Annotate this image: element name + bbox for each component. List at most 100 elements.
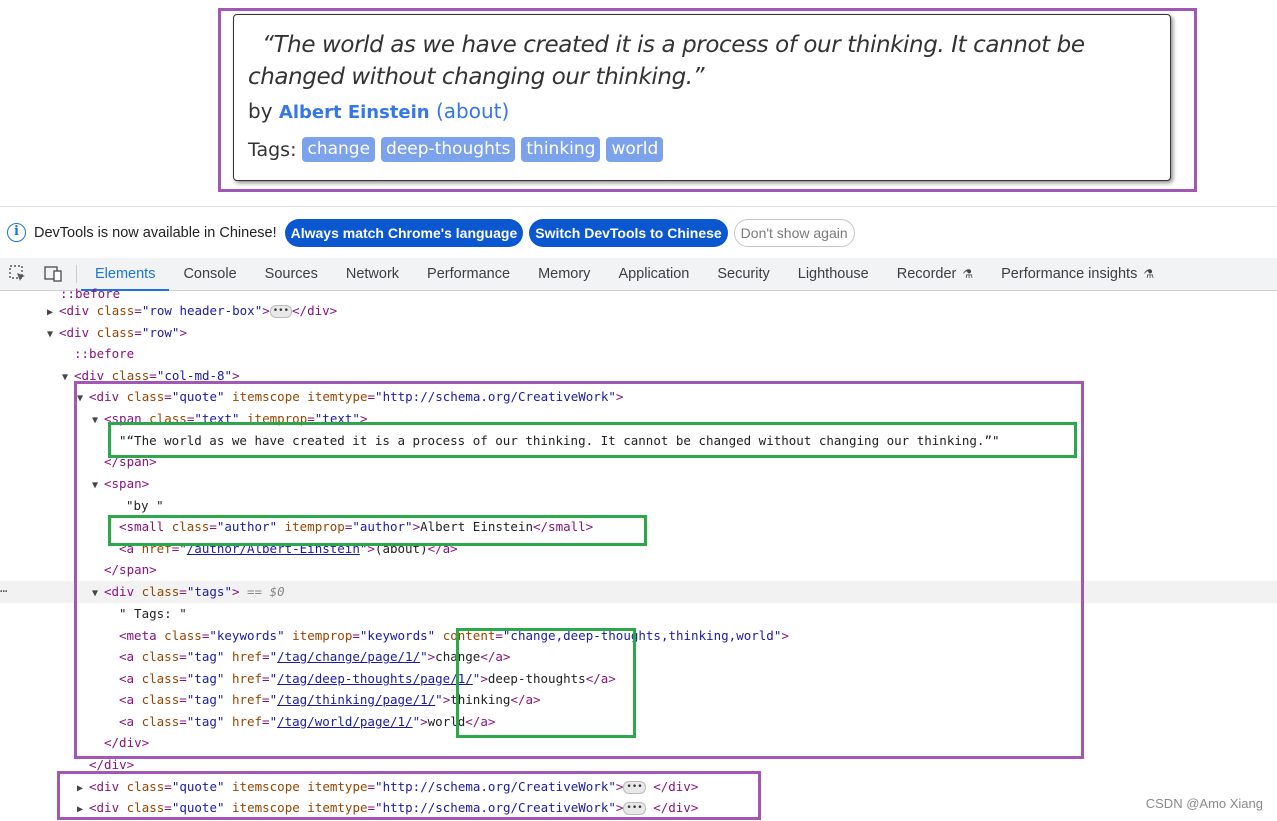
experimental-flask-icon: ⚗ bbox=[1143, 267, 1155, 281]
tab-console[interactable]: Console bbox=[169, 258, 250, 290]
tag-open: <span bbox=[104, 411, 142, 426]
tab-performance-insights-label: Performance insights bbox=[1001, 266, 1138, 282]
dom-close-div[interactable]: </div> bbox=[104, 732, 149, 754]
tag-close: </a> bbox=[427, 541, 458, 556]
attr-name: class bbox=[141, 649, 180, 664]
href-link[interactable]: /tag/deep-thoughts/page/1/ bbox=[277, 671, 473, 686]
tab-performance-insights[interactable]: Performance insights ⚗ bbox=[987, 258, 1168, 290]
dom-node-quote-collapsed[interactable]: ▶ <div class="quote" itemscope itemtype="… bbox=[77, 797, 698, 819]
tab-recorder[interactable]: Recorder ⚗ bbox=[883, 258, 987, 290]
dom-node-span-text[interactable]: ▼ <span class="text" itemprop="text"> bbox=[92, 408, 367, 430]
dom-node-a-about[interactable]: <a href="/author/Albert-Einstein">(about… bbox=[119, 538, 458, 560]
attr-name: href bbox=[231, 692, 263, 707]
by-label: by bbox=[248, 99, 273, 123]
dom-node-a-tag[interactable]: <a class="tag" href="/tag/deep-thoughts/… bbox=[119, 668, 616, 690]
text-node: " Tags: " bbox=[119, 606, 187, 621]
dom-node-a-tag[interactable]: <a class="tag" href="/tag/change/page/1/… bbox=[119, 646, 510, 668]
ellipsis-icon[interactable]: ••• bbox=[623, 781, 646, 794]
attr-name: class bbox=[96, 325, 135, 340]
dom-node-row-before[interactable]: ::before bbox=[74, 343, 134, 365]
tab-lighthouse[interactable]: Lighthouse bbox=[784, 258, 883, 290]
dom-node-quote[interactable]: ▼ <div class="quote" itemscope itemtype="… bbox=[77, 386, 623, 408]
expand-arrow-icon[interactable]: ▶ bbox=[77, 799, 89, 821]
tag-thinking[interactable]: thinking bbox=[521, 137, 601, 162]
attr-name: href bbox=[231, 671, 263, 686]
toolbar-divider bbox=[76, 265, 77, 283]
attr-value: "tag" bbox=[186, 692, 225, 707]
attr-value: "tag" bbox=[186, 649, 225, 664]
href-link[interactable]: /tag/world/page/1/ bbox=[277, 714, 412, 729]
dom-node-small-author[interactable]: <small class="author" itemprop="author">… bbox=[119, 516, 593, 538]
devtools-tabbar: Elements Console Sources Network Perform… bbox=[0, 258, 1277, 291]
attr-name: href bbox=[231, 714, 263, 729]
dom-node-a-tag[interactable]: <a class="tag" href="/tag/thinking/page/… bbox=[119, 689, 541, 711]
dom-close-div[interactable]: </div> bbox=[89, 754, 134, 776]
attr-value: "quote" bbox=[171, 389, 225, 404]
href-link[interactable]: /author/Albert-Einstein bbox=[187, 541, 360, 556]
attr-name: class bbox=[149, 411, 187, 426]
dom-close-span[interactable]: </span> bbox=[104, 559, 157, 581]
href-link[interactable]: /tag/thinking/page/1/ bbox=[277, 692, 435, 707]
dom-text-quote[interactable]: "“The world as we have created it is a p… bbox=[119, 430, 1000, 452]
collapse-arrow-icon[interactable]: ▼ bbox=[92, 410, 104, 432]
tag-world[interactable]: world bbox=[606, 137, 664, 162]
text-node: world bbox=[427, 714, 466, 729]
attr-value: "tag" bbox=[186, 671, 225, 686]
attr-name: class bbox=[141, 692, 180, 707]
dom-node-meta-keywords[interactable]: <meta class="keywords" itemprop="keyword… bbox=[119, 625, 789, 647]
quote-card: “The world as we have created it is a pr… bbox=[233, 14, 1171, 181]
collapse-arrow-icon[interactable]: ▼ bbox=[47, 324, 59, 346]
collapse-arrow-icon[interactable]: ▼ bbox=[77, 388, 89, 410]
attr-value: "http://schema.org/CreativeWork" bbox=[375, 779, 616, 794]
always-match-language-button[interactable]: Always match Chrome's language bbox=[284, 218, 524, 247]
attr-value: "quote" bbox=[171, 800, 225, 815]
dom-text-tags[interactable]: " Tags: " bbox=[119, 603, 187, 625]
ellipsis-icon[interactable]: ••• bbox=[623, 802, 646, 815]
dom-node-header-box[interactable]: ▶ <div class="row header-box"> ••• </div> bbox=[47, 300, 337, 322]
gutter-more-icon[interactable]: ⋯ bbox=[0, 581, 14, 603]
text-node: thinking bbox=[450, 692, 511, 707]
tag-close: </a> bbox=[510, 692, 541, 707]
attr-value: "author" bbox=[216, 519, 278, 534]
tab-sources[interactable]: Sources bbox=[251, 258, 332, 290]
pseudo-before: ::before bbox=[74, 346, 135, 361]
tag-close: </a> bbox=[465, 714, 496, 729]
href-link[interactable]: /tag/change/page/1/ bbox=[277, 649, 420, 664]
collapse-arrow-icon[interactable]: ▼ bbox=[92, 475, 104, 497]
attr-value: "text" bbox=[314, 411, 360, 426]
tag-deep-thoughts[interactable]: deep-thoughts bbox=[381, 137, 516, 162]
tab-application[interactable]: Application bbox=[604, 258, 703, 290]
dom-node-row[interactable]: ▼ <div class="row"> bbox=[47, 322, 187, 344]
about-link[interactable]: (about) bbox=[436, 99, 509, 123]
tab-network[interactable]: Network bbox=[332, 258, 413, 290]
attr-name: class bbox=[126, 779, 165, 794]
inspect-element-icon[interactable] bbox=[0, 258, 36, 290]
tag-close: </small> bbox=[533, 519, 594, 534]
tag-change[interactable]: change bbox=[302, 137, 376, 162]
dom-close-span[interactable]: </span> bbox=[104, 451, 157, 473]
dont-show-again-button[interactable]: Don't show again bbox=[733, 218, 855, 247]
attr-name: itemprop bbox=[247, 411, 308, 426]
text-node: (about) bbox=[374, 541, 428, 556]
tab-security[interactable]: Security bbox=[703, 258, 783, 290]
tag-close: </div> bbox=[653, 779, 699, 794]
dom-node-tags-selected[interactable]: ⋯ ▼ <div class="tags"> == $0 bbox=[0, 581, 1277, 603]
tag-close: </span> bbox=[104, 562, 157, 577]
watermark: CSDN @Amo Xiang bbox=[1145, 796, 1263, 811]
text-node: change bbox=[435, 649, 481, 664]
dom-node-quote-collapsed[interactable]: ▶ <div class="quote" itemscope itemtype="… bbox=[77, 776, 698, 798]
ellipsis-icon[interactable]: ••• bbox=[269, 305, 293, 318]
attr-name: class bbox=[96, 303, 135, 318]
tags-row: Tags: change deep-thoughts thinking worl… bbox=[248, 137, 1156, 162]
tab-memory[interactable]: Memory bbox=[524, 258, 604, 290]
dom-node-span-by[interactable]: ▼ <span> bbox=[92, 473, 149, 495]
dom-node-col-md-8[interactable]: ▼ <div class="col-md-8"> bbox=[62, 365, 240, 387]
switch-devtools-chinese-button[interactable]: Switch DevTools to Chinese bbox=[529, 218, 728, 247]
collapse-arrow-icon[interactable]: ▼ bbox=[92, 583, 104, 605]
tab-performance[interactable]: Performance bbox=[413, 258, 524, 290]
infobar-message: DevTools is now available in Chinese! bbox=[34, 224, 277, 241]
expand-arrow-icon[interactable]: ▶ bbox=[47, 302, 59, 324]
dom-text-by[interactable]: "by " bbox=[126, 495, 164, 517]
collapse-arrow-icon[interactable]: ▼ bbox=[62, 367, 74, 389]
dom-node-a-tag[interactable]: <a class="tag" href="/tag/world/page/1/"… bbox=[119, 711, 495, 733]
